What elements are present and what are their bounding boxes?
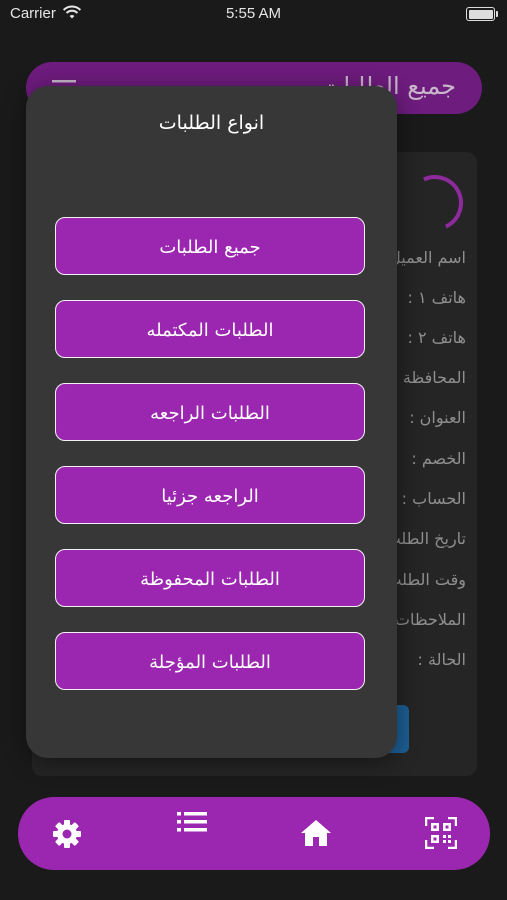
detail-label-address: العنوان : [409, 408, 466, 427]
bottom-nav [18, 797, 490, 870]
saved-orders-button[interactable]: الطلبات المحفوظة [55, 549, 365, 607]
gear-icon[interactable] [51, 818, 83, 850]
status-time: 5:55 AM [225, 5, 282, 22]
completed-orders-button[interactable]: الطلبات المكتمله [55, 300, 365, 358]
detail-label-governorate: المحافظة [402, 368, 466, 387]
list-icon[interactable] [177, 811, 207, 833]
status-bar: Carrier 5:55 AM [0, 0, 507, 28]
home-icon[interactable] [299, 818, 333, 848]
detail-label-status: الحالة : [417, 650, 466, 669]
detail-label-discount: الخصم : [411, 449, 466, 468]
postponed-orders-button[interactable]: الطلبات المؤجلة [55, 632, 365, 690]
battery-icon [466, 7, 498, 21]
detail-label-phone1: هاتف ١ : [407, 288, 467, 307]
partially-returned-button[interactable]: الراجعه جزئيا [55, 466, 365, 524]
detail-label-order-date: تاريخ الطلب [385, 529, 466, 548]
detail-label-customer: اسم العميل [389, 248, 466, 267]
order-types-modal: انواع الطلبات جميع الطلبات الطلبات المكت… [26, 86, 397, 758]
detail-label-notes: الملاحظات [394, 610, 466, 629]
qr-code-icon[interactable] [425, 817, 457, 849]
detail-label-account: الحساب : [401, 489, 466, 508]
detail-label-order-time: وقت الطلب [386, 570, 466, 589]
returned-orders-button[interactable]: الطلبات الراجعه [55, 383, 365, 441]
modal-title: انواع الطلبات [158, 112, 265, 134]
detail-label-phone2: هاتف ٢ : [407, 328, 467, 347]
all-orders-button[interactable]: جميع الطلبات [55, 217, 365, 275]
